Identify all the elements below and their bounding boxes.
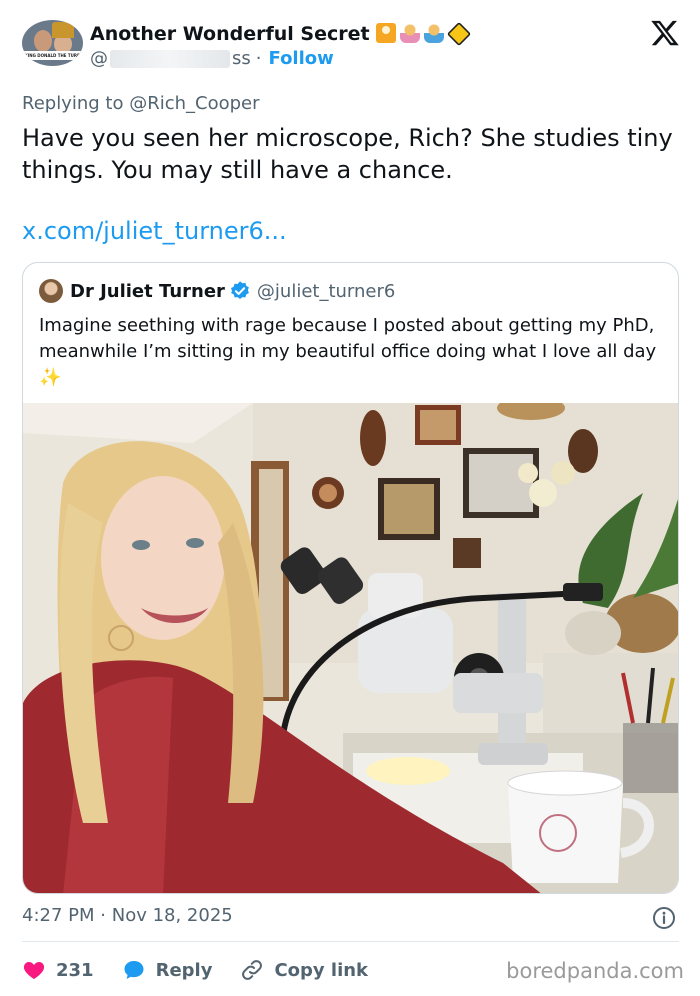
x-logo-icon[interactable]	[650, 18, 680, 48]
quoted-tweet-body: Imagine seething with rage because I pos…	[39, 315, 657, 362]
copy-link-label: Copy link	[274, 959, 369, 981]
copy-link-button[interactable]: Copy link	[240, 958, 368, 982]
redacted-handle	[110, 49, 230, 68]
person-raising-hand-emoji-icon	[375, 23, 396, 43]
author-display-name[interactable]: Another Wonderful Secret	[90, 23, 370, 45]
watermark: boredpanda.com	[506, 959, 684, 983]
avatar-face-left	[34, 30, 52, 52]
follow-button[interactable]: Follow	[269, 48, 334, 69]
reply-context: Replying to @Rich_Cooper	[22, 93, 260, 114]
tweet-header: KING DONALD THE TURD Another Wonderful S…	[22, 18, 682, 74]
link-icon	[242, 960, 263, 980]
info-icon[interactable]	[652, 906, 676, 930]
tweet-actions: 231 Reply Copy link	[22, 955, 396, 985]
tweet-link[interactable]: x.com/juliet_turner6...	[22, 215, 287, 247]
man-emoji-icon	[423, 23, 444, 43]
avatar-crown	[52, 22, 74, 38]
like-count: 231	[56, 959, 94, 981]
like-button[interactable]: 231	[22, 958, 94, 982]
quoted-author-handle[interactable]: @juliet_turner6	[257, 281, 395, 302]
office-photo-illustration	[23, 403, 678, 893]
author-name-row: Another Wonderful Secret	[90, 21, 471, 47]
author-handle-suffix[interactable]: ss	[232, 48, 251, 69]
avatar-caption: KING DONALD THE TURD	[22, 51, 83, 60]
quoted-author-name[interactable]: Dr Juliet Turner	[70, 281, 225, 302]
woman-emoji-icon	[399, 23, 420, 43]
author-handle-prefix[interactable]: @	[90, 48, 108, 69]
reply-mention-link[interactable]: @Rich_Cooper	[129, 93, 259, 114]
timestamp-separator: ·	[100, 905, 106, 926]
reply-label: Reply	[155, 959, 213, 981]
verified-badge-icon	[230, 281, 249, 299]
quoted-tweet-photo[interactable]	[23, 403, 678, 893]
quoted-tweet-text: Imagine seething with rage because I pos…	[39, 313, 664, 391]
author-emoji-row	[375, 21, 471, 47]
reply-button[interactable]: Reply	[122, 958, 213, 982]
handle-separator: ·	[255, 48, 262, 69]
tweet-date: Nov 18, 2025	[111, 905, 233, 926]
tweet-timestamp[interactable]: 4:27 PM · Nov 18, 2025	[22, 905, 233, 926]
children-crossing-emoji-icon	[446, 21, 471, 47]
reply-prefix: Replying to	[22, 93, 130, 114]
quoted-tweet-header: Dr Juliet Turner @juliet_turner6	[39, 279, 395, 303]
tweet-text: Have you seen her microscope, Rich? She …	[22, 124, 673, 184]
sparkles-emoji-icon: ✨	[39, 367, 62, 388]
heart-icon	[23, 962, 45, 979]
tweet-time: 4:27 PM	[22, 905, 95, 926]
quoted-author-avatar[interactable]	[39, 279, 63, 303]
reply-bubble-icon	[124, 961, 144, 979]
author-avatar[interactable]: KING DONALD THE TURD	[22, 20, 83, 66]
quoted-tweet-card[interactable]: Dr Juliet Turner @juliet_turner6 Imagine…	[22, 262, 679, 894]
author-handle-row: @ ss · Follow	[90, 48, 334, 69]
divider	[22, 941, 679, 942]
